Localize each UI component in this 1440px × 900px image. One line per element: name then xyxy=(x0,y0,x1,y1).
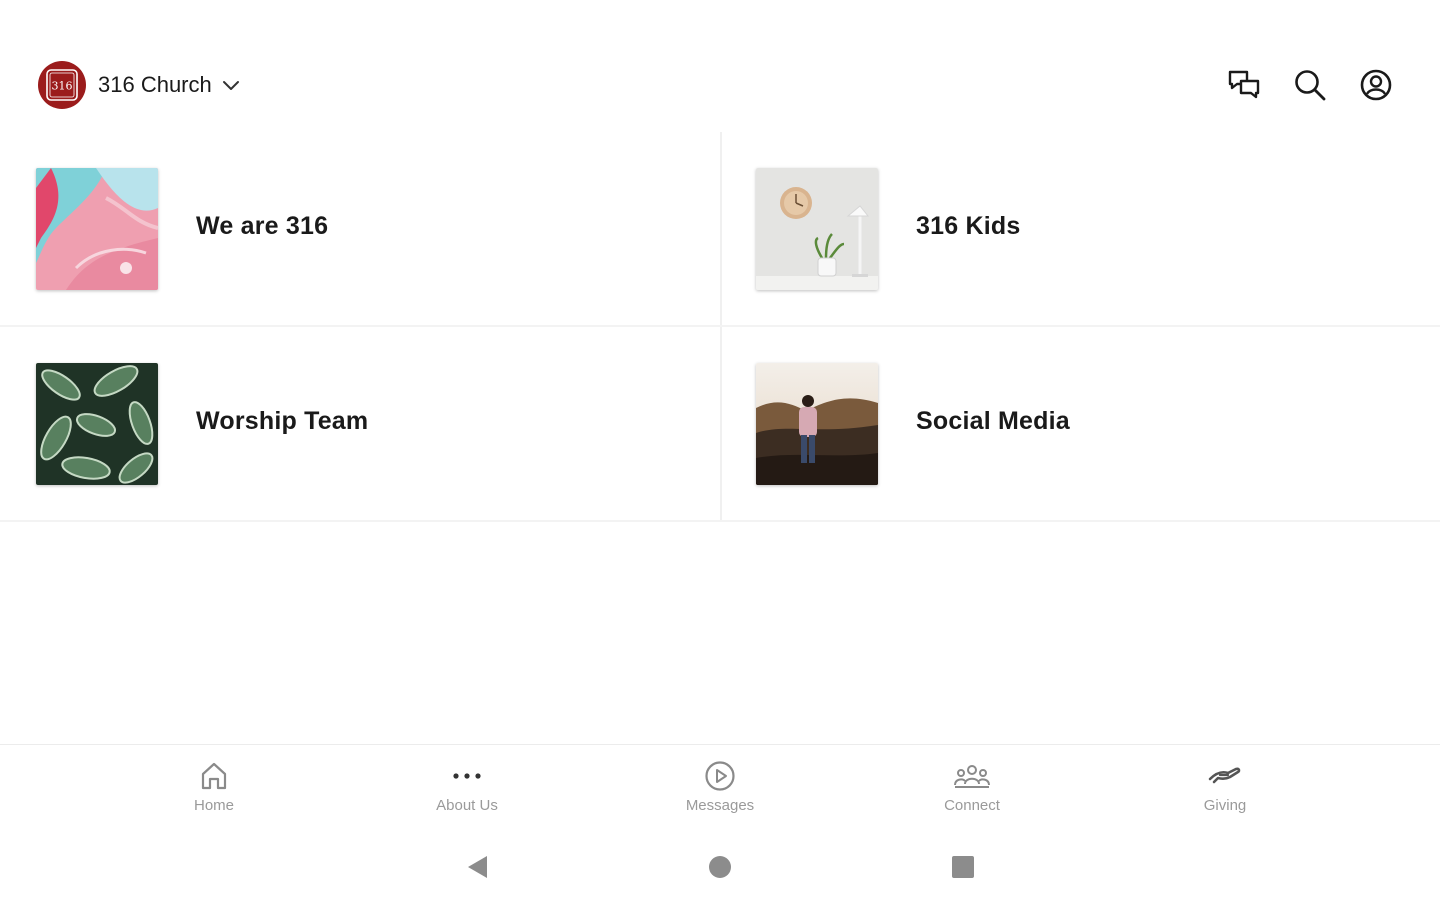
app-header: 316 316 Church xyxy=(0,0,1440,130)
tile-label: We are 316 xyxy=(196,212,329,240)
home-icon xyxy=(200,759,228,793)
tab-giving[interactable]: Giving xyxy=(1145,745,1305,831)
org-name: 316 Church xyxy=(98,72,212,97)
play-circle-icon xyxy=(704,759,736,793)
back-icon[interactable] xyxy=(462,852,492,882)
tab-label: Home xyxy=(193,797,234,814)
chevron-down-icon xyxy=(222,79,240,91)
tile-thumbnail xyxy=(756,168,878,290)
svg-text:316: 316 xyxy=(52,80,73,93)
people-icon xyxy=(953,759,991,793)
tab-about-us[interactable]: About Us xyxy=(387,745,547,831)
system-nav-bar xyxy=(0,830,1440,900)
tile-316-kids[interactable]: 316 Kids xyxy=(720,132,1440,326)
tab-label: Connect xyxy=(944,797,1000,814)
chat-icon[interactable] xyxy=(1224,66,1264,104)
search-icon[interactable] xyxy=(1290,66,1330,104)
more-dots-icon xyxy=(452,759,482,793)
tile-label: 316 Kids xyxy=(916,212,1021,240)
tile-label: Social Media xyxy=(916,407,1070,435)
tile-we-are-316[interactable]: We are 316 xyxy=(0,132,720,326)
org-switcher[interactable]: 316 316 Church xyxy=(38,59,240,111)
tab-label: About Us xyxy=(436,797,498,814)
tile-thumbnail xyxy=(756,363,878,485)
content-grid: We are 316 316 Kids Worship Team Social … xyxy=(0,132,1440,522)
church-logo: 316 xyxy=(38,61,86,109)
tab-label: Giving xyxy=(1203,797,1247,814)
tab-messages[interactable]: Messages xyxy=(640,745,800,831)
recents-square-icon[interactable] xyxy=(948,852,978,882)
tile-worship-team[interactable]: Worship Team xyxy=(0,327,720,521)
home-circle-icon[interactable] xyxy=(705,852,735,882)
bottom-tab-bar: Home About Us Messages Connect Giving xyxy=(0,744,1440,831)
tab-connect[interactable]: Connect xyxy=(892,745,1052,831)
tile-thumbnail xyxy=(36,168,158,290)
tile-social-media[interactable]: Social Media xyxy=(720,327,1440,521)
tab-label: Messages xyxy=(685,797,755,814)
giving-hand-icon xyxy=(1208,759,1242,793)
tab-home[interactable]: Home xyxy=(134,745,294,831)
account-icon[interactable] xyxy=(1356,66,1396,104)
tile-label: Worship Team xyxy=(196,407,369,435)
tile-thumbnail xyxy=(36,363,158,485)
